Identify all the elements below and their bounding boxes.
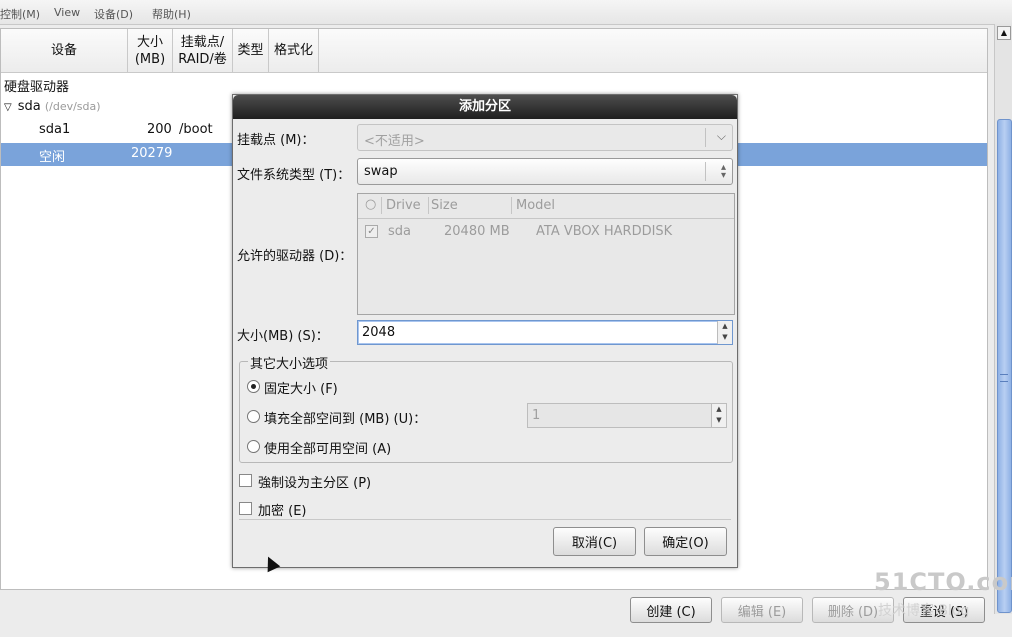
fill-upto-spinner[interactable]: 1 ▲ ▼ — [527, 403, 727, 428]
spinner-arrows-icon[interactable]: ▲ ▼ — [711, 404, 726, 427]
scroll-grip-icon — [1000, 374, 1008, 382]
menu-control[interactable]: 控制(M) — [0, 6, 40, 22]
mount-label: 挂载点 (M)： — [237, 133, 315, 148]
cancel-button[interactable]: 取消(C) — [553, 527, 636, 556]
drive-size: 20480 MB — [444, 224, 510, 239]
up-down-arrow-icon: ▴ ▾ — [720, 162, 726, 181]
divider — [239, 519, 731, 520]
other-size-title: 其它大小选项 — [248, 353, 331, 372]
opt-fill-all-label[interactable]: 使用全部可用空间 (A) — [264, 438, 391, 457]
ok-button[interactable]: 确定(O) — [644, 527, 727, 556]
menu-devices[interactable]: 设备(D) — [94, 6, 133, 22]
radio-fill-upto[interactable] — [247, 410, 260, 423]
mount-combo[interactable]: <不适用> ⌵ — [357, 124, 733, 151]
table-row-group[interactable]: 硬盘驱动器 — [1, 73, 987, 96]
col-device[interactable]: 设备 — [1, 29, 128, 72]
drive-model: ATA VBOX HARDDISK — [536, 224, 673, 239]
col-mount[interactable]: 挂载点/ RAID/卷 — [173, 29, 233, 72]
radio-fixed[interactable] — [247, 380, 260, 393]
size-label: 大小(MB) (S)： — [237, 329, 329, 344]
size-value: 2048 — [362, 325, 396, 340]
row-size: 200 — [147, 122, 172, 137]
disk-path: (/dev/sda) — [44, 100, 101, 113]
col-format[interactable]: 格式化 — [269, 29, 319, 72]
encrypt-label[interactable]: 加密 (E) — [258, 500, 307, 519]
fill-upto-value: 1 — [532, 408, 541, 423]
chevron-down-icon: ⌵ — [716, 129, 726, 143]
force-primary-checkbox[interactable] — [239, 474, 252, 487]
vertical-scrollbar[interactable]: ▲ — [994, 24, 1012, 614]
menu-bar: 控制(M) View 设备(D) 帮助(H) — [0, 0, 1012, 25]
row-mount: /boot — [179, 122, 213, 137]
opt-fill-upto-label[interactable]: 填充全部空间到 (MB) (U)： — [264, 408, 426, 427]
group-label: 硬盘驱动器 — [4, 80, 70, 95]
col-drive-model[interactable]: Model — [516, 198, 555, 213]
encrypt-checkbox[interactable] — [239, 502, 252, 515]
expand-triangle-icon[interactable]: ▽ — [4, 102, 12, 113]
other-size-options: 其它大小选项 固定大小 (F) 填充全部空间到 (MB) (U)： 1 ▲ ▼ 使… — [239, 353, 733, 463]
fstype-label: 文件系统类型 (T)： — [237, 168, 351, 183]
opt-fixed-label[interactable]: 固定大小 (F) — [264, 378, 338, 397]
drives-label: 允许的驱动器 (D)： — [237, 249, 353, 264]
disk-name: sda — [17, 99, 41, 114]
fstype-value: swap — [364, 164, 398, 179]
size-spinner[interactable]: 2048 ▲ ▼ — [357, 320, 733, 345]
fstype-combo[interactable]: swap ▴ ▾ — [357, 158, 733, 185]
row-size: 20279 — [131, 146, 173, 161]
drive-checkbox[interactable]: ✓ — [365, 225, 378, 238]
row-device: sda1 — [39, 122, 71, 137]
col-type[interactable]: 类型 — [233, 29, 269, 72]
list-item[interactable]: ✓ sda 20480 MB ATA VBOX HARDDISK — [358, 220, 734, 242]
radio-fill-all[interactable] — [247, 440, 260, 453]
table-header: 设备 大小 (MB) 挂载点/ RAID/卷 类型 格式化 — [1, 29, 987, 73]
edit-button[interactable]: 编辑 (E) — [721, 597, 803, 623]
col-drive-size[interactable]: Size — [431, 198, 458, 213]
watermark-logo: 51CTO.com — [874, 568, 1012, 596]
row-device: 空闲 — [39, 150, 66, 165]
col-drive[interactable]: Drive — [386, 198, 421, 213]
col-size[interactable]: 大小 (MB) — [128, 29, 173, 72]
drive-name: sda — [388, 224, 411, 239]
create-button[interactable]: 创建 (C) — [630, 597, 712, 623]
watermark-sub: 技术博客 Blog — [878, 603, 970, 619]
drives-list[interactable]: ○ Drive Size Model ✓ sda 20480 MB ATA VB… — [357, 193, 735, 315]
header-check-icon: ○ — [365, 197, 377, 212]
add-partition-dialog: 添加分区 挂载点 (M)： <不适用> ⌵ 文件系统类型 (T)： swap ▴… — [232, 94, 738, 568]
dialog-title: 添加分区 — [233, 95, 737, 119]
drives-header: ○ Drive Size Model — [358, 194, 734, 219]
mount-value: <不适用> — [364, 134, 425, 149]
force-primary-label[interactable]: 強制设为主分区 (P) — [258, 472, 371, 491]
menu-help[interactable]: 帮助(H) — [152, 6, 191, 22]
scroll-thumb[interactable] — [997, 119, 1012, 613]
menu-view[interactable]: View — [54, 6, 80, 19]
scroll-up-arrow-icon[interactable]: ▲ — [997, 26, 1011, 40]
spinner-arrows-icon[interactable]: ▲ ▼ — [717, 321, 732, 344]
